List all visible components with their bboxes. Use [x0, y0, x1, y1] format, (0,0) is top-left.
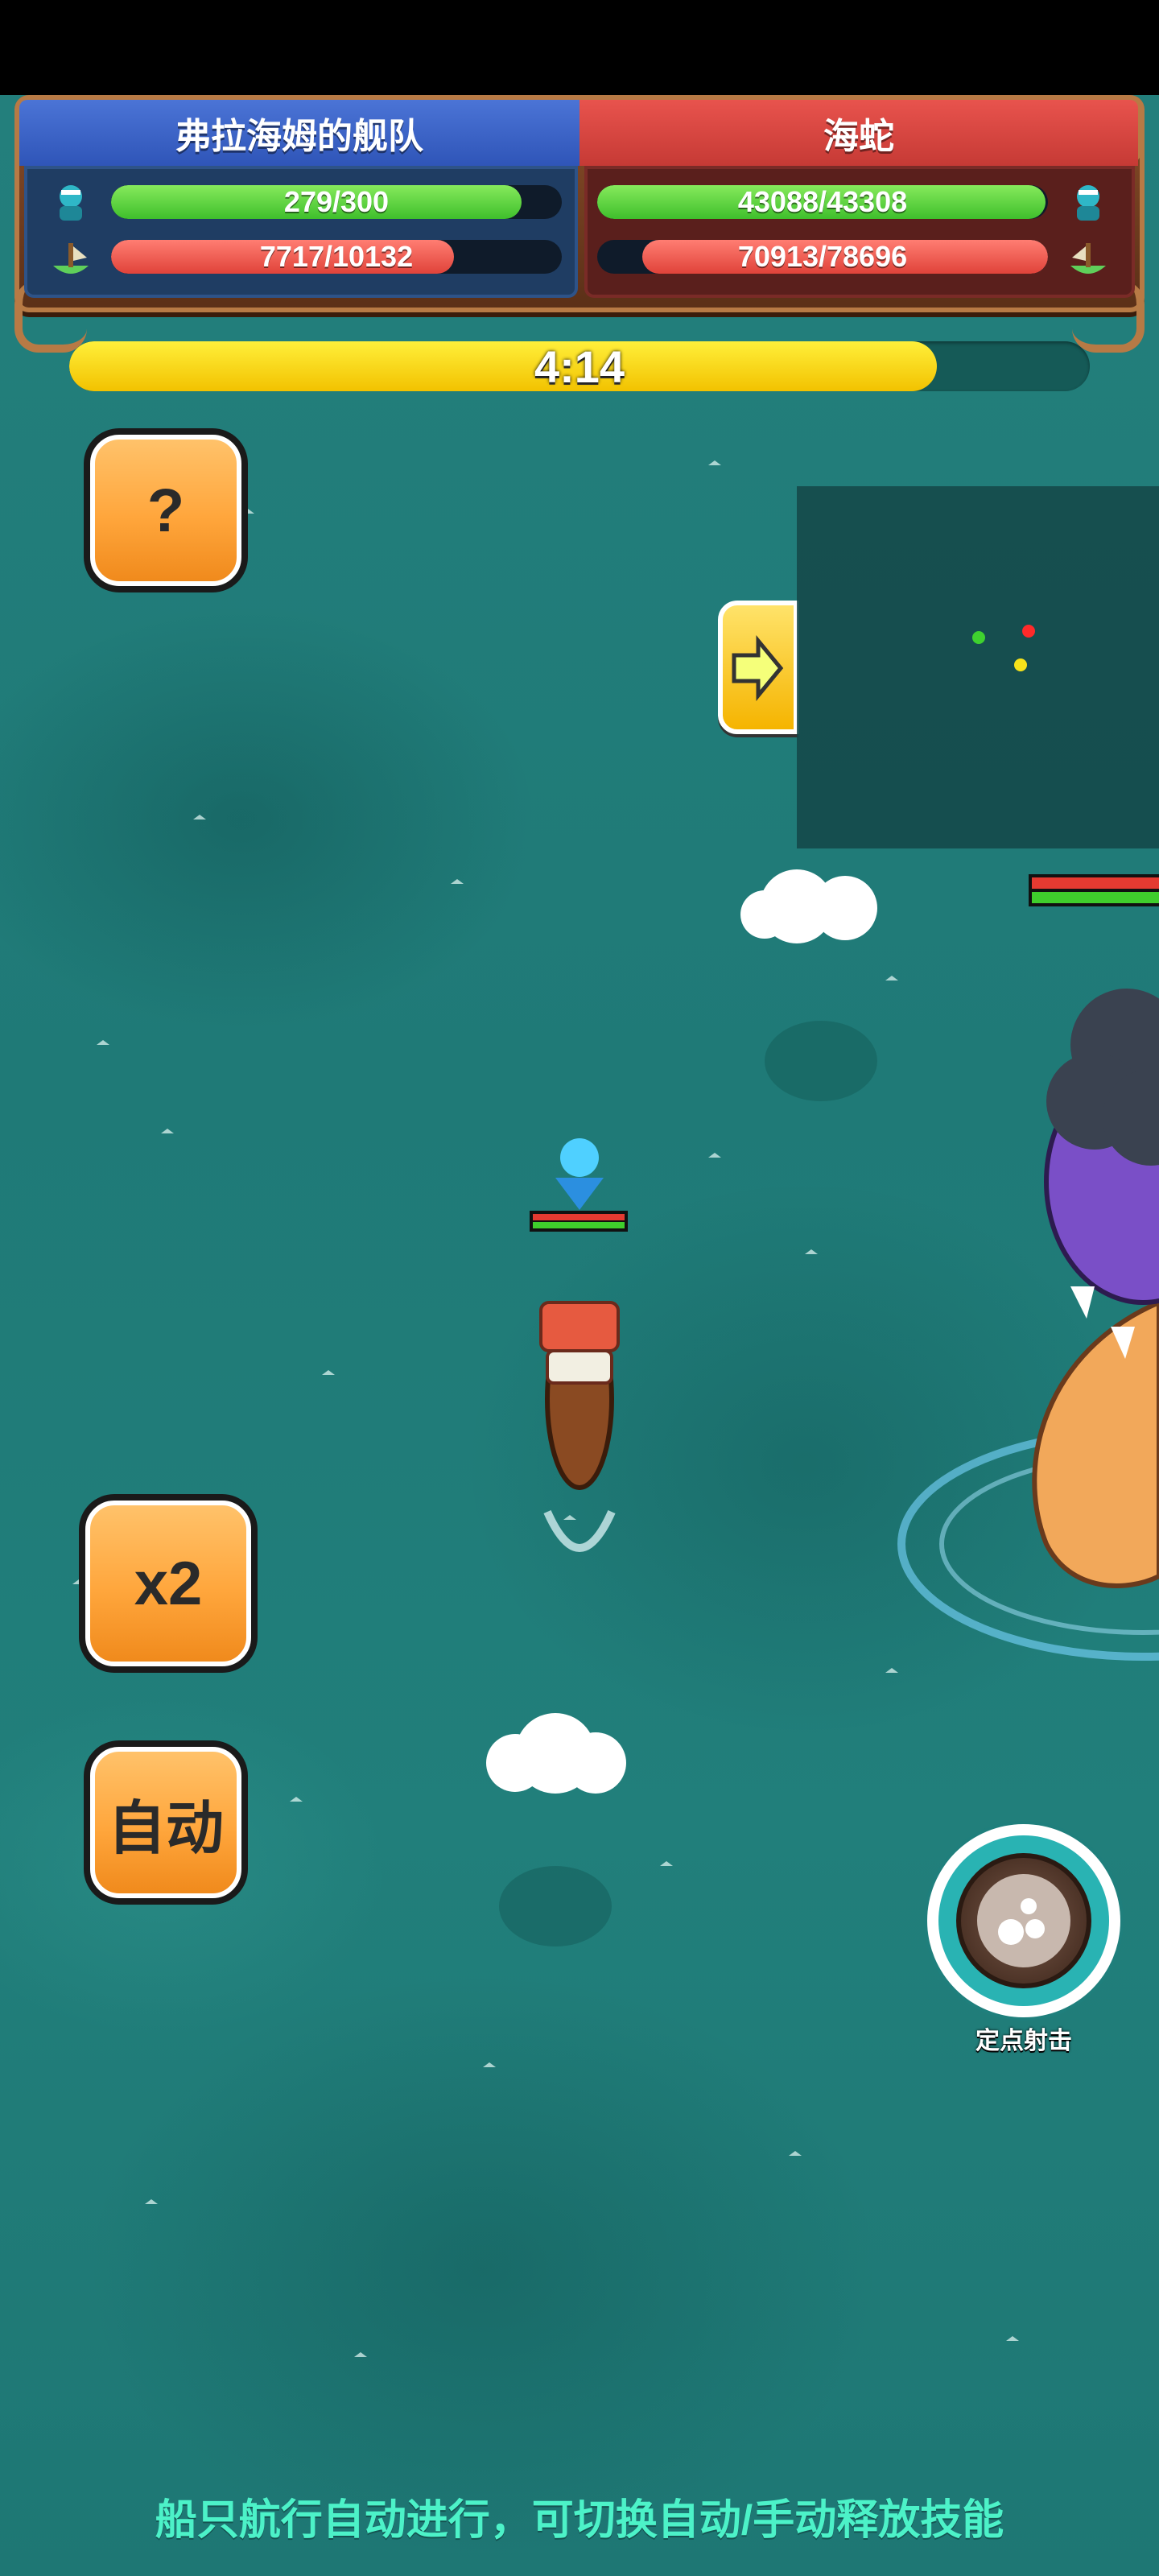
speed-button[interactable]: x2 — [79, 1494, 258, 1673]
ship-icon — [1070, 243, 1106, 274]
enemy-crew-bar: 43088/43308 — [597, 185, 1048, 219]
ally-hull-bar: 7717/10132 — [111, 240, 562, 274]
sea-serpent — [897, 989, 1159, 1661]
enemy-hull-bar: 70913/78696 — [597, 240, 1048, 274]
minimap-enemy-dot — [1022, 625, 1035, 638]
ally-stats: 279/300 7717/10132 — [24, 166, 578, 298]
ship-icon — [53, 243, 89, 274]
ally-team-name: 弗拉海姆的舰队 — [19, 100, 580, 166]
minimap[interactable] — [797, 486, 1159, 848]
auto-button[interactable]: 自动 — [84, 1740, 248, 1905]
enemy-hull-text: 70913/78696 — [737, 240, 908, 273]
cannon-skill-icon — [956, 1853, 1091, 1988]
question-icon: ? — [90, 435, 241, 586]
arrow-right-icon — [732, 635, 784, 701]
timer-text: 4:14 — [534, 341, 625, 391]
fixed-point-shot-skill-button[interactable] — [927, 1824, 1120, 2017]
ally-hull-text: 7717/10132 — [259, 240, 414, 273]
help-button[interactable]: ? — [84, 428, 248, 592]
ally-crew-bar: 279/300 — [111, 185, 562, 219]
status-bar — [0, 0, 1159, 95]
crew-icon — [1077, 185, 1099, 221]
gameplay-tip: 船只航行自动进行，可切换自动/手动释放技能 — [155, 2497, 1004, 2544]
battle-status-panel: 弗拉海姆的舰队 海蛇 279/300 7717/10132 43088/4330… — [0, 95, 1159, 353]
expand-minimap-button[interactable] — [718, 601, 798, 734]
enemy-crew-text: 43088/43308 — [737, 185, 908, 218]
speed-label: x2 — [85, 1501, 251, 1666]
enemy-team-name: 海蛇 — [580, 100, 1138, 166]
player-ship — [530, 1138, 628, 1552]
ally-crew-text: 279/300 — [283, 185, 390, 218]
skill-label: 定点射击 — [975, 2028, 1072, 2054]
battle-timer: 4:14 — [69, 341, 1090, 391]
auto-label: 自动 — [90, 1747, 241, 1898]
minimap-target-dot — [1014, 658, 1027, 671]
minimap-ally-dot — [972, 631, 985, 644]
enemy-stats: 43088/43308 70913/78696 — [584, 166, 1135, 298]
crew-icon — [60, 185, 82, 221]
